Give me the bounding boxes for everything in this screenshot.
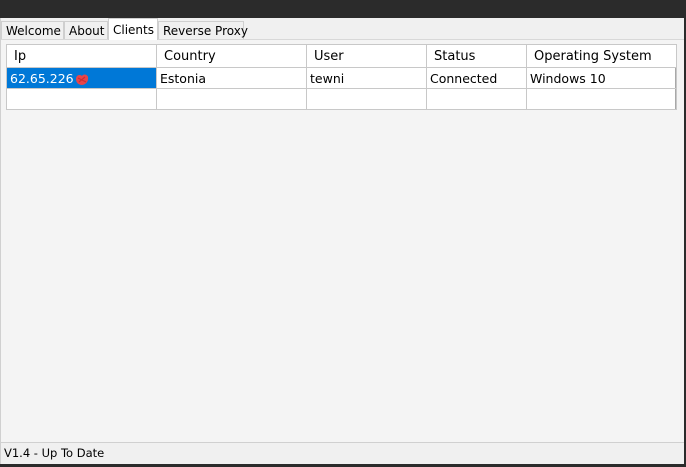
empty-cell <box>156 88 307 110</box>
empty-cell <box>526 88 677 110</box>
tab-bar: Welcome About Clients Reverse Proxy <box>1 18 685 40</box>
app-window: Welcome About Clients Reverse Proxy Ip C… <box>0 18 686 464</box>
column-header-status[interactable]: Status <box>426 44 527 68</box>
tab-about[interactable]: About <box>64 21 108 40</box>
version-status-text: V1.4 - Up To Date <box>4 446 105 460</box>
empty-cell <box>306 88 427 110</box>
clients-list-view[interactable]: Ip Country User Status Operating System … <box>6 44 677 110</box>
column-header-country[interactable]: Country <box>156 44 307 68</box>
status-bar: V1.4 - Up To Date <box>1 442 685 464</box>
table-row-empty <box>6 88 677 110</box>
cell-country[interactable]: Estonia <box>156 67 307 89</box>
tab-welcome[interactable]: Welcome <box>1 21 64 40</box>
redaction-mark-icon <box>75 74 88 85</box>
table-header-row: Ip Country User Status Operating System <box>6 44 677 68</box>
table-row[interactable]: 62.65.226 Estonia tewni Connected Window… <box>6 67 677 89</box>
tab-reverse-proxy[interactable]: Reverse Proxy <box>158 21 248 40</box>
clients-panel: Ip Country User Status Operating System … <box>1 39 685 442</box>
tab-clients[interactable]: Clients <box>108 18 158 40</box>
cell-status[interactable]: Connected <box>426 67 527 89</box>
window-titlebar <box>0 0 686 18</box>
clients-table: Ip Country User Status Operating System … <box>6 44 677 110</box>
column-header-operating-system[interactable]: Operating System <box>526 44 677 68</box>
cell-operating-system[interactable]: Windows 10 <box>526 67 677 89</box>
empty-cell <box>426 88 527 110</box>
column-header-user[interactable]: User <box>306 44 427 68</box>
ip-text: 62.65.226 <box>10 70 74 86</box>
cell-ip[interactable]: 62.65.226 <box>6 67 157 89</box>
empty-cell <box>6 88 157 110</box>
column-header-ip[interactable]: Ip <box>6 44 157 68</box>
cell-user[interactable]: tewni <box>306 67 427 89</box>
